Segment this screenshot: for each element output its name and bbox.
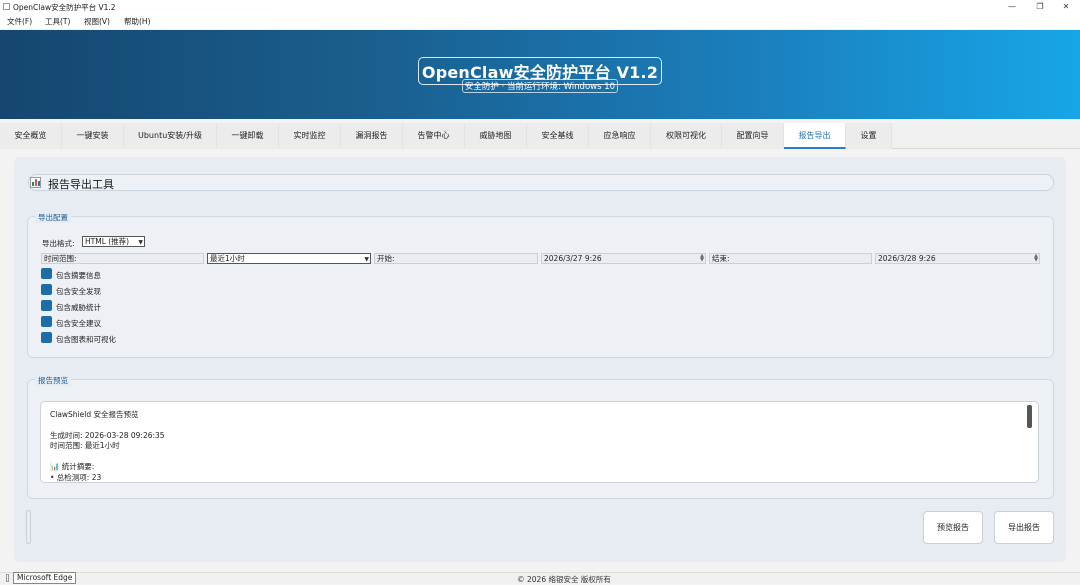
preview-scrollbar[interactable] bbox=[1027, 405, 1032, 428]
tab-threat-map[interactable]: 威胁地图 bbox=[465, 123, 527, 149]
bar-chart-icon bbox=[30, 177, 41, 188]
taskbar-tooltip: Microsoft Edge bbox=[13, 572, 77, 584]
export-config-label: 导出配置 bbox=[35, 212, 71, 223]
tab-permission-visual[interactable]: 权限可视化 bbox=[651, 123, 722, 149]
end-datetime-input[interactable]: 2026/3/28 9:26 ▲ ▼ bbox=[875, 253, 1040, 264]
preview-line: ClawShield 安全报告预览 bbox=[50, 410, 139, 419]
tab-overview[interactable]: 安全概览 bbox=[0, 123, 62, 149]
include-threat-stats-label: 包含威胁统计 bbox=[56, 303, 101, 312]
tab-one-click-install[interactable]: 一键安装 bbox=[62, 123, 124, 149]
time-range-select-value: 最近1小时 bbox=[210, 254, 245, 263]
include-threat-stats-checkbox[interactable] bbox=[41, 300, 52, 311]
tab-settings[interactable]: 设置 bbox=[846, 123, 892, 149]
tab-emergency-response[interactable]: 应急响应 bbox=[589, 123, 651, 149]
tab-vuln-report[interactable]: 漏洞报告 bbox=[341, 123, 403, 149]
chevron-down-icon: ▼ bbox=[138, 239, 143, 246]
format-label: 导出格式: bbox=[42, 239, 75, 248]
include-findings-label: 包含安全发现 bbox=[56, 287, 101, 296]
footer-copyright: © 2026 络银安全 版权所有 bbox=[517, 575, 611, 584]
tab-realtime-monitor[interactable]: 实时监控 bbox=[279, 123, 341, 149]
preview-report-button[interactable]: 预览报告 bbox=[923, 511, 983, 544]
menu-help[interactable]: 帮助(H) bbox=[124, 16, 151, 27]
time-range-select[interactable]: 最近1小时 ▼ bbox=[207, 253, 371, 264]
taskbar-icon bbox=[6, 574, 9, 582]
time-range-label: 时间范围: bbox=[44, 254, 77, 263]
start-datetime-input[interactable]: 2026/3/27 9:26 ▲ ▼ bbox=[541, 253, 706, 264]
window-titlebar: OpenClaw安全防护平台 V1.2 — ❐ ✕ bbox=[0, 0, 1080, 13]
close-button[interactable]: ✕ bbox=[1052, 0, 1080, 13]
include-charts-checkbox[interactable] bbox=[41, 332, 52, 343]
main-area bbox=[0, 150, 1080, 572]
include-summary-checkbox[interactable] bbox=[41, 268, 52, 279]
end-datetime-value: 2026/3/28 9:26 bbox=[878, 254, 936, 263]
page-title: 报告导出工具 bbox=[48, 178, 114, 191]
preview-line: • 总检测项: 23 bbox=[50, 473, 102, 482]
tab-uninstall[interactable]: 一键卸载 bbox=[217, 123, 279, 149]
export-config-group bbox=[27, 216, 1054, 358]
tab-bar: 安全概览 一键安装 Ubuntu安装/升级 一键卸载 实时监控 漏洞报告 告警中… bbox=[0, 123, 1080, 149]
spin-arrows-icon[interactable]: ▲ ▼ bbox=[1034, 254, 1038, 263]
tab-security-baseline[interactable]: 安全基线 bbox=[527, 123, 589, 149]
report-preview-label: 报告预览 bbox=[35, 375, 71, 386]
start-datetime-value: 2026/3/27 9:26 bbox=[544, 254, 602, 263]
include-charts-label: 包含图表和可视化 bbox=[56, 335, 116, 344]
status-bar: © 2026 络银安全 版权所有 bbox=[0, 572, 1080, 584]
format-select-value: HTML (推荐) bbox=[85, 237, 130, 246]
header-banner: OpenClaw安全防护平台 V1.2 安全防护 · 当前运行环境: Windo… bbox=[0, 30, 1080, 119]
menu-bar: 文件(F) 工具(T) 视图(V) 帮助(H) bbox=[0, 13, 1080, 29]
include-recommendations-label: 包含安全建议 bbox=[56, 319, 101, 328]
time-range-label-field: 时间范围: bbox=[41, 253, 204, 264]
progress-bar bbox=[26, 510, 31, 544]
tab-report-export[interactable]: 报告导出 bbox=[784, 123, 846, 149]
preview-line: 时间范围: 最近1小时 bbox=[50, 441, 120, 450]
report-preview-text[interactable]: ClawShield 安全报告预览 生成时间: 2026-03-28 09:26… bbox=[40, 401, 1039, 483]
chevron-down-icon: ▼ bbox=[364, 256, 369, 263]
menu-tools[interactable]: 工具(T) bbox=[45, 16, 70, 27]
window-title: OpenClaw安全防护平台 V1.2 bbox=[13, 3, 116, 12]
start-label: 开始: bbox=[377, 254, 395, 263]
menu-view[interactable]: 视图(V) bbox=[84, 16, 110, 27]
app-icon bbox=[3, 3, 10, 10]
format-select[interactable]: HTML (推荐) ▼ bbox=[82, 236, 145, 247]
tab-config-wizard[interactable]: 配置向导 bbox=[722, 123, 784, 149]
end-label: 结束: bbox=[712, 254, 730, 263]
include-recommendations-checkbox[interactable] bbox=[41, 316, 52, 327]
start-label-field: 开始: bbox=[374, 253, 538, 264]
spin-arrows-icon[interactable]: ▲ ▼ bbox=[700, 254, 704, 263]
menu-file[interactable]: 文件(F) bbox=[7, 16, 32, 27]
tab-alert-center[interactable]: 告警中心 bbox=[403, 123, 465, 149]
export-report-button[interactable]: 导出报告 bbox=[994, 511, 1054, 544]
page-header bbox=[28, 174, 1054, 191]
preview-line: 📊 统计摘要: bbox=[50, 462, 95, 471]
include-findings-checkbox[interactable] bbox=[41, 284, 52, 295]
end-label-field: 结束: bbox=[709, 253, 872, 264]
banner-subtitle: 安全防护 · 当前运行环境: Windows 10 bbox=[461, 79, 619, 93]
include-summary-label: 包含摘要信息 bbox=[56, 271, 101, 280]
tab-ubuntu-install[interactable]: Ubuntu安装/升级 bbox=[124, 123, 217, 149]
